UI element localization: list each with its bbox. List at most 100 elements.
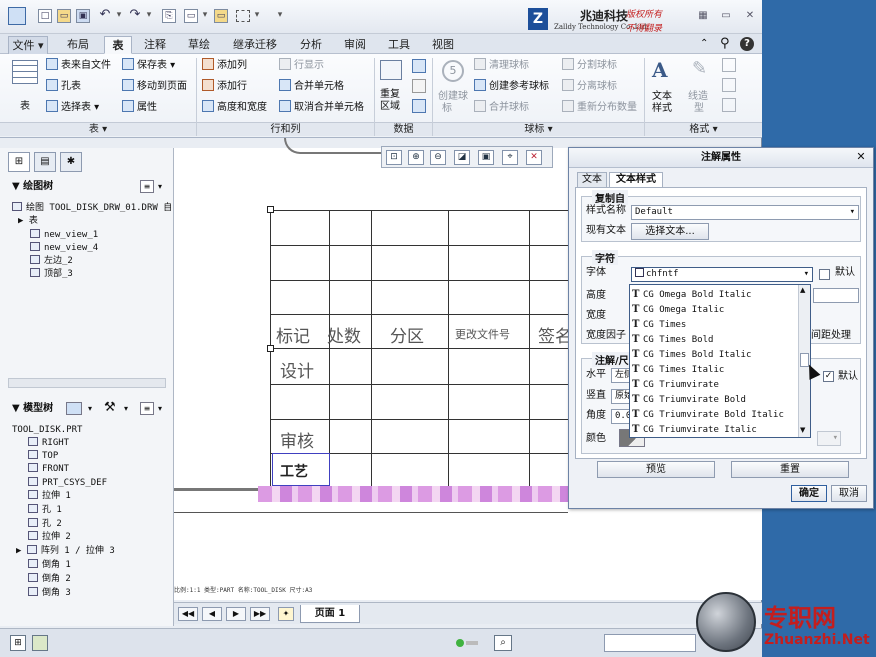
- hole-table-button[interactable]: 孔表: [46, 79, 81, 94]
- model-tree-tools-icon[interactable]: ⚒: [104, 400, 116, 415]
- font-option[interactable]: T CG Triumvirate Italic: [632, 422, 798, 437]
- model-tree-item-chamfer-2[interactable]: 倒角 2: [28, 573, 71, 585]
- datum-display-icon[interactable]: ⌖: [502, 150, 518, 165]
- model-tree-display-dropdown-icon[interactable]: ▾: [88, 404, 92, 413]
- font-option[interactable]: T CG Times Bold Italic: [632, 347, 798, 362]
- create-ref-balloon-button[interactable]: 创建参考球标: [474, 79, 549, 94]
- cancel-button[interactable]: 取消: [831, 485, 867, 502]
- table-cell-review[interactable]: 审核: [280, 427, 314, 452]
- model-tree-settings-icon[interactable]: ≡: [140, 402, 154, 415]
- tab-analysis[interactable]: 分析: [294, 36, 328, 54]
- undo-dropdown-icon[interactable]: ▾: [115, 9, 123, 23]
- model-tree-item-extrude-1[interactable]: 拉伸 1: [28, 490, 71, 502]
- table-cell-change-doc[interactable]: 更改文件号: [455, 326, 510, 342]
- dialog-close-icon[interactable]: ✕: [855, 151, 867, 163]
- data-table-icon[interactable]: [412, 99, 426, 113]
- open-folder-icon[interactable]: ▭: [57, 9, 71, 23]
- eraser-icon[interactable]: [412, 79, 426, 93]
- group-label-balloon[interactable]: 球标 ▾: [433, 122, 644, 136]
- windows-icon[interactable]: ▭: [184, 9, 198, 23]
- redistribute-quantity-button[interactable]: 重新分布数量: [562, 100, 637, 115]
- preview-button[interactable]: 预览: [597, 461, 715, 478]
- scroll-up-icon[interactable]: ▲: [800, 286, 805, 294]
- dialog-tab-text[interactable]: 文本: [577, 172, 607, 188]
- selection-filter[interactable]: [604, 634, 696, 652]
- font-option[interactable]: T CG Times: [632, 317, 798, 332]
- font-list-scrollbar[interactable]: ▲ ▼: [798, 285, 810, 437]
- font-option[interactable]: T CG Times Italic: [632, 362, 798, 377]
- close-button[interactable]: ✕: [744, 10, 756, 22]
- merge-cells-button[interactable]: 合并单元格: [279, 79, 344, 94]
- app-window-icon[interactable]: ▦: [697, 10, 709, 22]
- tab-folder-icon[interactable]: ▤: [34, 152, 56, 172]
- model-tree-item-top[interactable]: TOP: [28, 450, 58, 462]
- add-column-button[interactable]: 添加列: [202, 58, 247, 73]
- model-tree-item-extrude-2[interactable]: 拉伸 2: [28, 531, 71, 543]
- new-file-icon[interactable]: □: [38, 9, 52, 23]
- model-tree-tools-dropdown-icon[interactable]: ▾: [124, 404, 128, 413]
- windows-dropdown-icon[interactable]: ▾: [201, 9, 209, 23]
- redo-dropdown-icon[interactable]: ▾: [145, 9, 153, 23]
- first-page-button[interactable]: ◀◀: [178, 607, 198, 621]
- prev-page-button[interactable]: ◀: [202, 607, 222, 621]
- row-display-button[interactable]: 行显示: [279, 58, 324, 73]
- tab-layout[interactable]: 布局: [60, 36, 96, 54]
- font-option[interactable]: T CG Omega Bold Italic: [632, 287, 798, 302]
- line-style-icon[interactable]: ✎: [692, 58, 707, 79]
- page-tab[interactable]: 页面 1: [300, 605, 360, 623]
- font-option[interactable]: T CG Triumvirate: [632, 377, 798, 392]
- table-handle-top[interactable]: [267, 206, 274, 213]
- zoom-out-icon[interactable]: ⊖: [430, 150, 446, 165]
- model-tree-item-right[interactable]: RIGHT: [28, 437, 69, 449]
- table-cell-mark[interactable]: 标记: [276, 322, 310, 347]
- tab-legacy-migration[interactable]: 继承迁移: [224, 36, 286, 54]
- model-tree-item-chamfer-1[interactable]: 倒角 1: [28, 559, 71, 571]
- merge-balloons-button[interactable]: 合并球标: [474, 100, 529, 115]
- ribbon-collapse-icon[interactable]: ⌃: [700, 38, 708, 49]
- select-text-button[interactable]: 选择文本...: [631, 223, 709, 240]
- minimize-button[interactable]: ▭: [720, 10, 732, 22]
- select-dropdown-icon[interactable]: ▾: [253, 9, 261, 23]
- model-tree-item-front[interactable]: FRONT: [28, 463, 69, 475]
- font-option[interactable]: T CG Omega Italic: [632, 302, 798, 317]
- font-option[interactable]: T CG Times Bold: [632, 332, 798, 347]
- drawing-tree-settings-icon[interactable]: ≡: [140, 180, 154, 193]
- group-label-format[interactable]: 格式 ▾: [645, 122, 762, 136]
- scroll-down-icon[interactable]: ▼: [800, 426, 805, 434]
- drawing-tree-scrollbar[interactable]: [8, 378, 166, 388]
- table-button[interactable]: 表: [20, 100, 30, 114]
- tab-favorites-icon[interactable]: ✱: [60, 152, 82, 172]
- search-icon[interactable]: ⚲: [720, 36, 730, 51]
- navigator-toggle-icon[interactable]: ⊞: [10, 635, 26, 651]
- table-cell-zone[interactable]: 分区: [390, 322, 424, 347]
- select-box-icon[interactable]: [236, 10, 250, 22]
- select-table-button[interactable]: 选择表 ▾: [46, 100, 99, 115]
- model-tree-item-csys[interactable]: PRT_CSYS_DEF: [28, 477, 107, 489]
- tab-view[interactable]: 视图: [426, 36, 460, 54]
- split-balloon-button[interactable]: 分割球标: [562, 58, 617, 73]
- tab-annotate[interactable]: 注释: [138, 36, 172, 54]
- customize-quick-access-icon[interactable]: ▾: [276, 9, 284, 23]
- save-icon[interactable]: ▣: [76, 9, 90, 23]
- model-tree-item-hole-2[interactable]: 孔 2: [28, 518, 62, 530]
- repaint-icon[interactable]: ◪: [454, 150, 470, 165]
- tab-tools[interactable]: 工具: [382, 36, 416, 54]
- font-select[interactable]: chfntf ▾: [631, 267, 813, 282]
- table-cell-count[interactable]: 处数: [327, 322, 361, 347]
- format-small-icon-1[interactable]: [722, 58, 736, 72]
- table-from-file-button[interactable]: 表来自文件: [46, 58, 111, 73]
- move-to-page-button[interactable]: 移动到页面: [122, 79, 187, 94]
- annotation-display-icon[interactable]: ✕: [526, 150, 542, 165]
- folder-icon[interactable]: ▭: [214, 9, 228, 23]
- drawing-tree-item-table[interactable]: ▶ 表: [18, 215, 38, 227]
- app-icon[interactable]: [8, 7, 26, 25]
- table-handle-mid[interactable]: [267, 345, 274, 352]
- refit-icon[interactable]: ⊡: [386, 150, 402, 165]
- tab-table[interactable]: 表: [104, 36, 132, 54]
- properties-button[interactable]: 属性: [122, 100, 157, 115]
- format-small-icon-3[interactable]: [722, 98, 736, 112]
- help-icon[interactable]: ?: [740, 37, 754, 51]
- new-page-icon[interactable]: ✦: [278, 607, 294, 621]
- height-input[interactable]: [813, 288, 859, 303]
- drawing-tree-item-view-1[interactable]: new_view_1: [30, 229, 98, 241]
